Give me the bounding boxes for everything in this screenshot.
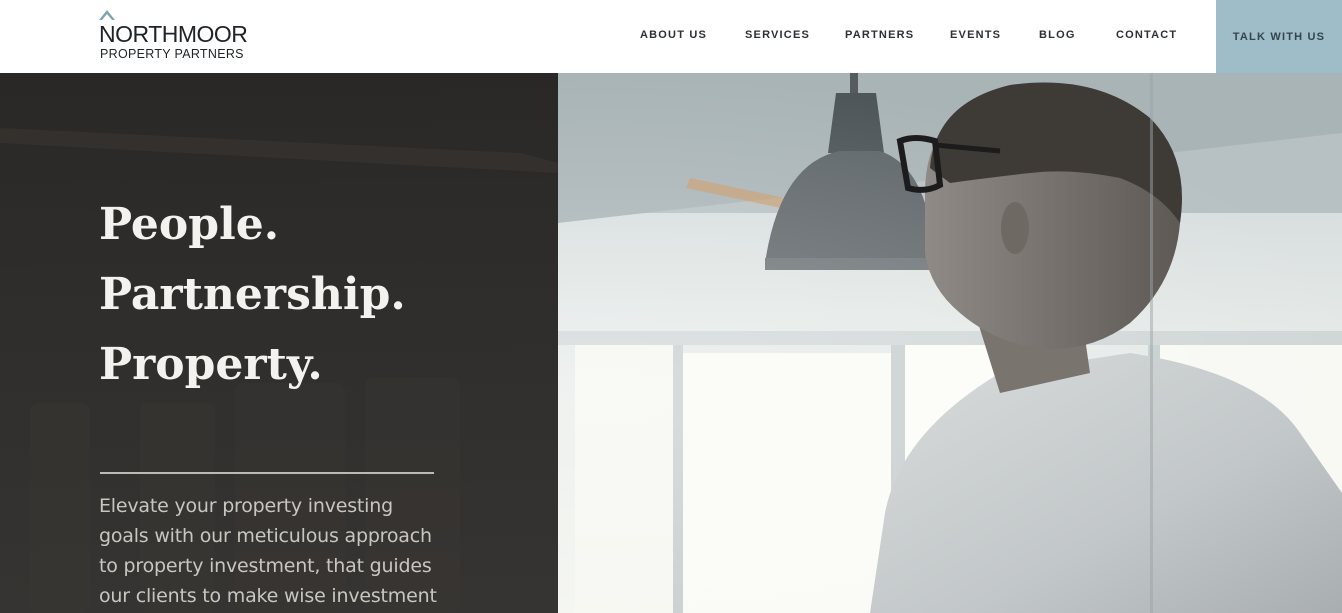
- logo-name: NORTHMOOR: [99, 21, 248, 47]
- tagline-partnership: Partnership.: [99, 269, 406, 320]
- nav-contact[interactable]: CONTACT: [1116, 29, 1177, 41]
- nav-partners[interactable]: PARTNERS: [845, 29, 914, 41]
- nav-blog[interactable]: BLOG: [1039, 29, 1076, 41]
- talk-with-us-button[interactable]: TALK WITH US: [1216, 0, 1342, 73]
- hero-text-panel: People. Partnership. Property. Elevate y…: [0, 73, 558, 613]
- tagline-people: People.: [99, 199, 280, 250]
- logo-subtitle: PROPERTY PARTNERS: [100, 47, 244, 61]
- tagline-property: Property.: [99, 339, 323, 390]
- talk-with-us-label: TALK WITH US: [1232, 30, 1326, 43]
- hero-section: People. Partnership. Property. Elevate y…: [0, 73, 1342, 613]
- nav-about-us[interactable]: ABOUT US: [640, 29, 707, 41]
- logo[interactable]: NORTHMOOR PROPERTY PARTNERS: [99, 10, 259, 64]
- site-header: NORTHMOOR PROPERTY PARTNERS ABOUT US SER…: [0, 0, 1342, 73]
- divider: [100, 472, 434, 474]
- nav-services[interactable]: SERVICES: [745, 29, 810, 41]
- hero-intro-text: Elevate your property investing goals wi…: [99, 495, 437, 607]
- nav-events[interactable]: EVENTS: [950, 29, 1001, 41]
